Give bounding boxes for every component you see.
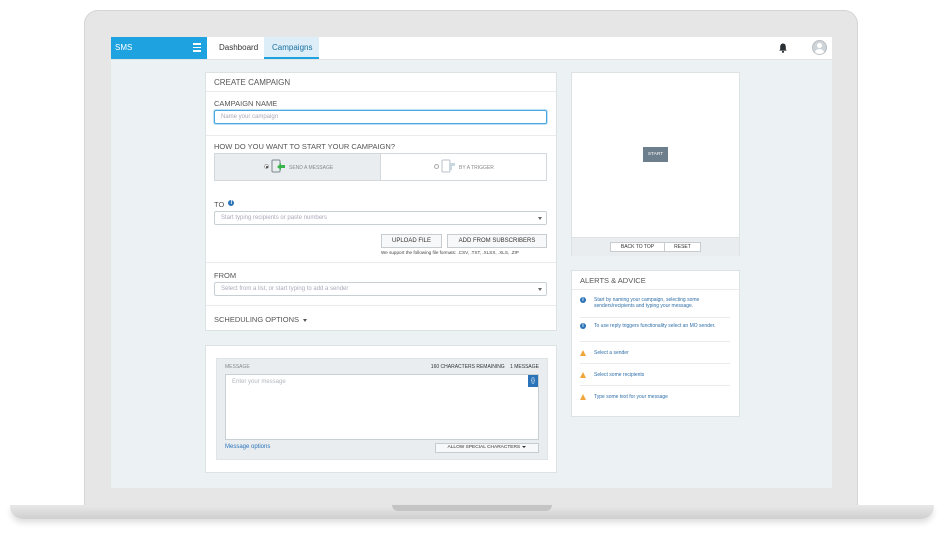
alert-item: i Start by naming your campaign, selecti…: [580, 297, 730, 315]
alert-text: Type some text for your message: [594, 394, 668, 400]
message-box-wrapper: MESSAGE 160 CHARACTERS REMAINING 1 MESSA…: [216, 358, 548, 460]
chevron-down-icon: [538, 217, 542, 220]
alert-text: Select some recipients: [594, 372, 645, 378]
chevron-down-icon: [538, 288, 542, 291]
to-recipients-input[interactable]: Start typing recipients or paste numbers: [214, 211, 547, 225]
start-node[interactable]: START: [643, 147, 668, 162]
by-trigger-radio[interactable]: [434, 164, 439, 169]
info-icon: i: [580, 323, 586, 329]
message-options-link[interactable]: Message options: [225, 444, 270, 450]
send-message-icon: [271, 159, 285, 173]
warning-icon: [580, 350, 586, 356]
alert-item: i To use reply triggers functionality se…: [580, 323, 730, 337]
allow-special-characters-label: ALLOW SPECIAL CHARACTERS: [447, 445, 521, 450]
warning-icon: [580, 394, 586, 400]
alert-item[interactable]: Type some text for your message: [580, 394, 730, 402]
message-count: 1 MESSAGE: [510, 364, 539, 370]
insert-placeholder-button[interactable]: {}: [528, 375, 538, 387]
option-send-message[interactable]: SEND A MESSAGE: [214, 153, 381, 181]
back-to-top-button[interactable]: BACK TO TOP: [610, 242, 665, 252]
brand-bar: SMS: [111, 37, 207, 59]
by-trigger-label: BY A TRIGGER: [459, 165, 494, 171]
upload-file-button[interactable]: UPLOAD FILE: [381, 234, 442, 248]
avatar[interactable]: [812, 40, 827, 55]
characters-remaining: 160 CHARACTERS REMAINING: [430, 364, 505, 370]
allow-special-characters-button[interactable]: ALLOW SPECIAL CHARACTERS: [435, 443, 539, 453]
option-by-trigger[interactable]: BY A TRIGGER: [381, 153, 547, 181]
send-message-radio[interactable]: [264, 164, 269, 169]
scheduling-options-label: SCHEDULING OPTIONS: [214, 315, 300, 324]
create-campaign-header: CREATE CAMPAIGN: [214, 78, 291, 87]
campaign-name-label: CAMPAIGN NAME: [214, 99, 278, 108]
flow-preview-panel: START BACK TO TOP RESET: [571, 72, 740, 256]
add-from-subscribers-button[interactable]: ADD FROM SUBSCRIBERS: [447, 234, 547, 248]
scheduling-options-toggle[interactable]: SCHEDULING OPTIONS: [214, 315, 308, 324]
warning-icon: [580, 372, 586, 378]
info-icon[interactable]: i: [228, 200, 235, 206]
alert-text: Start by naming your campaign, selecting…: [594, 297, 700, 309]
caret-down-icon: [303, 318, 308, 322]
trigger-icon: [441, 159, 455, 173]
message-textarea[interactable]: Enter your message {}: [225, 374, 539, 440]
from-sender-placeholder: Select from a list, or start typing to a…: [221, 286, 349, 292]
file-formats-note: We support the following file formats: .…: [381, 250, 519, 255]
message-counter: 160 CHARACTERS REMAINING 1 MESSAGE: [431, 364, 539, 370]
info-icon: i: [580, 297, 586, 303]
create-campaign-panel: CREATE CAMPAIGN CAMPAIGN NAME Name your …: [205, 72, 557, 331]
message-panel: MESSAGE 160 CHARACTERS REMAINING 1 MESSA…: [205, 345, 557, 473]
tab-campaigns[interactable]: Campaigns: [264, 37, 319, 59]
to-recipients-placeholder: Start typing recipients or paste numbers: [221, 215, 328, 221]
caret-down-icon: [522, 445, 527, 448]
message-label: MESSAGE: [225, 364, 250, 370]
laptop-notch: [392, 505, 552, 511]
reset-button[interactable]: RESET: [665, 242, 701, 252]
alert-item[interactable]: Select a sender: [580, 350, 730, 358]
alert-item[interactable]: Select some recipients: [580, 372, 730, 380]
bell-icon[interactable]: [777, 42, 789, 54]
alerts-header: ALERTS & ADVICE: [580, 276, 646, 285]
flow-toolbar: BACK TO TOP RESET: [572, 237, 739, 256]
alert-text: Select a sender: [594, 350, 629, 356]
from-sender-input[interactable]: Select from a list, or start typing to a…: [214, 282, 547, 296]
message-placeholder: Enter your message: [232, 379, 286, 385]
start-question-label: HOW DO YOU WANT TO START YOUR CAMPAIGN?: [214, 142, 395, 151]
from-label: FROM: [214, 271, 237, 280]
alerts-advice-panel: ALERTS & ADVICE i Start by naming your c…: [571, 270, 740, 417]
tab-dashboard[interactable]: Dashboard: [211, 37, 263, 59]
top-nav: SMS Dashboard Campaigns: [111, 37, 832, 60]
alert-text: To use reply triggers functionality sele…: [594, 323, 716, 329]
app-screen: SMS Dashboard Campaigns CREATE CAMPAIGN …: [111, 37, 832, 488]
send-message-label: SEND A MESSAGE: [289, 165, 334, 171]
to-label-text: TO: [214, 200, 225, 209]
brand-label: SMS: [115, 43, 133, 52]
campaign-name-input[interactable]: Name your campaign: [214, 110, 547, 124]
to-label: TO i: [214, 200, 235, 209]
hamburger-menu-icon[interactable]: [193, 43, 201, 52]
